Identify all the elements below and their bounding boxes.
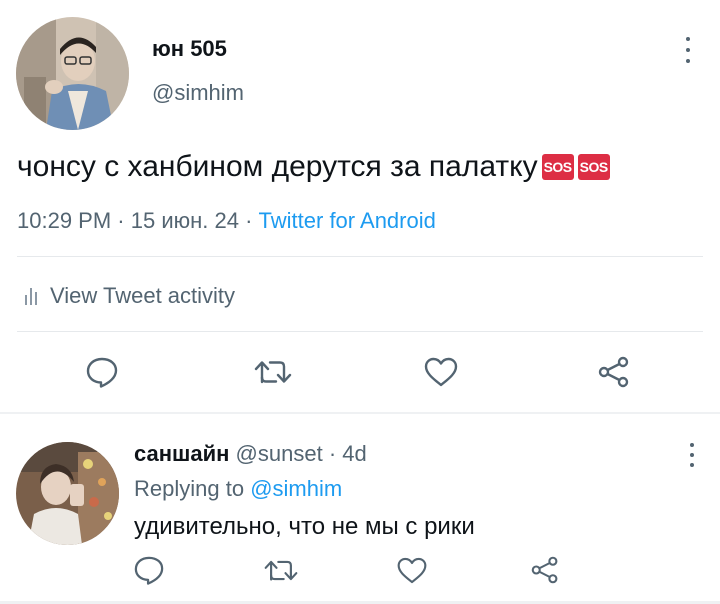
reply-reply-button[interactable] <box>133 555 165 590</box>
tweet-time: 10:29 PM <box>17 208 112 233</box>
reply-text: удивительно, что не мы с рики <box>134 513 475 540</box>
meta-separator: · <box>245 208 253 233</box>
meta-separator: · <box>117 208 125 233</box>
reply-header: саншайн @sunset · 4d <box>134 441 367 467</box>
reply-retweet-button[interactable] <box>263 556 299 590</box>
reply-icon <box>134 556 164 585</box>
retweet-icon <box>254 361 292 384</box>
author-display-name[interactable]: юн 505 <box>152 36 227 62</box>
retweet-icon <box>264 560 298 581</box>
reply-more-options-icon[interactable] <box>687 443 697 467</box>
thread-separator <box>0 412 720 414</box>
reply-like-button[interactable] <box>396 556 428 590</box>
replying-to-label: Replying to <box>134 476 245 501</box>
view-tweet-activity-button[interactable]: View Tweet activity <box>24 283 235 309</box>
sos-emoji: SOS <box>577 154 610 180</box>
reply-share-button[interactable] <box>530 556 560 589</box>
activity-label: View Tweet activity <box>50 283 236 308</box>
tweet-meta: 10:29 PM · 15 июн. 24 · Twitter for Andr… <box>17 208 436 234</box>
reply-button[interactable] <box>85 356 119 393</box>
tweet-page: юн 505 @simhim чонсу с ханбином дерутся … <box>0 0 720 604</box>
share-icon <box>531 556 558 584</box>
sos-emoji: SOS <box>541 154 574 180</box>
author-avatar[interactable] <box>16 17 129 130</box>
tweet-date: 15 июн. 24 <box>130 208 239 233</box>
tweet-source-link[interactable]: Twitter for Android <box>259 208 436 233</box>
author-handle[interactable]: @simhim <box>152 80 244 106</box>
reply-icon <box>86 357 118 388</box>
divider <box>17 331 703 332</box>
reply-handle[interactable]: @sunset <box>236 441 323 466</box>
share-icon <box>598 356 629 388</box>
divider <box>17 256 703 257</box>
like-button[interactable] <box>423 356 459 393</box>
replying-to: Replying to @simhim <box>134 476 342 502</box>
heart-icon <box>424 357 458 387</box>
reply-author-avatar[interactable] <box>16 442 119 545</box>
reply-display-name[interactable]: саншайн <box>134 441 229 466</box>
tweet-text: чонсу с ханбином дерутся за палатку SOS … <box>17 150 610 184</box>
tweet-text-content: чонсу с ханбином дерутся за палатку <box>17 150 538 183</box>
share-button[interactable] <box>597 356 631 393</box>
analytics-icon <box>25 288 37 305</box>
retweet-button[interactable] <box>253 356 293 393</box>
heart-icon <box>397 557 427 584</box>
reply-time[interactable]: · 4d <box>329 441 367 466</box>
more-options-icon[interactable] <box>683 37 693 63</box>
replying-to-mention[interactable]: @simhim <box>250 476 342 501</box>
